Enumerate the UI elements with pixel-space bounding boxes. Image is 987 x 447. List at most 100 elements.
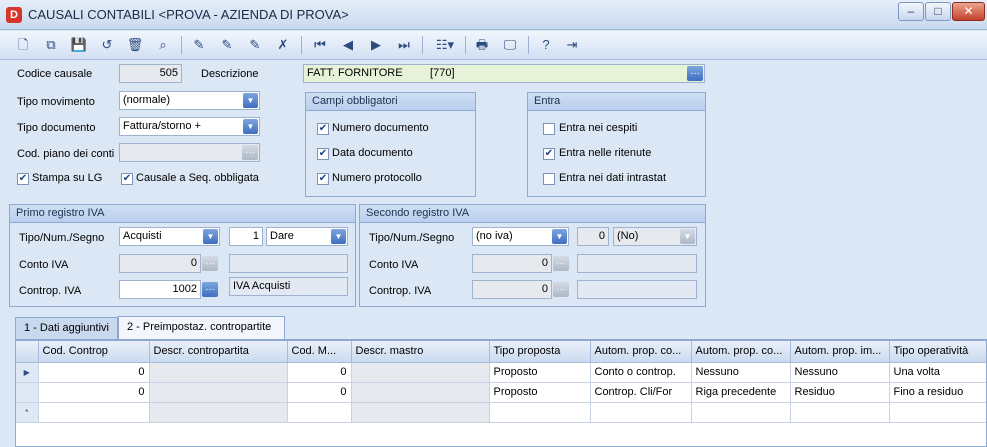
exit-door-icon[interactable]: ⇥: [562, 35, 582, 55]
column-header[interactable]: Descr. mastro: [351, 341, 490, 363]
current-row-indicator[interactable]: ▶: [16, 362, 39, 383]
tipo-documento-select[interactable]: Fattura/storno + ▼: [119, 117, 260, 136]
table-row[interactable]: ▶ 0 0 Proposto Conto o controp. Nessuno …: [16, 362, 986, 383]
column-header[interactable]: Cod. M...: [287, 341, 352, 363]
primo-conto-lookup-button[interactable]: …: [202, 256, 218, 271]
previous-record-icon[interactable]: ◀: [338, 35, 358, 55]
grid-cell[interactable]: [590, 402, 692, 423]
chevron-down-icon[interactable]: ▼: [331, 229, 346, 244]
secondo-tipo-select[interactable]: (no iva) ▼: [472, 227, 569, 246]
tipo-proposta-cell[interactable]: Proposto: [489, 382, 591, 403]
chevron-down-icon[interactable]: ▼: [680, 229, 695, 244]
autom-prop-im-cell[interactable]: Nessuno: [790, 362, 890, 383]
cod-mastro-cell[interactable]: 0: [287, 382, 352, 403]
autom-prop-im-cell[interactable]: Residuo: [790, 382, 890, 403]
new-table-row[interactable]: *: [16, 402, 986, 423]
entra-ritenute-checkbox[interactable]: ✔: [543, 148, 555, 160]
secondo-controp-field[interactable]: 0: [472, 280, 552, 299]
chevron-down-icon[interactable]: ▼: [243, 119, 258, 134]
edit-pencil-3-icon[interactable]: ✎: [245, 35, 265, 55]
autom-prop-co-cell[interactable]: Controp. Cli/For: [590, 382, 692, 403]
primo-segno-select[interactable]: Dare ▼: [266, 227, 348, 246]
new-document-icon[interactable]: 🗋: [13, 35, 33, 55]
primo-num-field[interactable]: 1: [229, 227, 263, 246]
secondo-controp-lookup-button[interactable]: …: [553, 282, 569, 297]
edit-pencil-2-icon[interactable]: ✎: [217, 35, 237, 55]
tipo-movimento-select[interactable]: (normale) ▼: [119, 91, 260, 110]
next-record-icon[interactable]: ▶: [366, 35, 386, 55]
primo-controp-lookup-button[interactable]: …: [202, 282, 218, 297]
cod-controp-cell[interactable]: 0: [38, 362, 150, 383]
autom-prop-co-cell[interactable]: Conto o controp.: [590, 362, 692, 383]
grid-cell[interactable]: [691, 402, 791, 423]
print-icon[interactable]: 🖶: [472, 35, 492, 55]
monitor-preview-icon[interactable]: 🖵: [500, 35, 520, 55]
stampa-lg-label: Stampa su LG: [32, 172, 103, 184]
cod-piano-field[interactable]: [119, 143, 260, 162]
primo-conto-desc: [229, 254, 348, 273]
tab-dati-aggiuntivi[interactable]: 1 - Dati aggiuntivi: [15, 317, 118, 339]
autom-prop-co2-cell[interactable]: Riga precedente: [691, 382, 791, 403]
column-header[interactable]: Tipo proposta: [489, 341, 591, 363]
cod-mastro-cell[interactable]: 0: [287, 362, 352, 383]
primo-controp-field[interactable]: 1002: [119, 280, 201, 299]
data-documento-checkbox[interactable]: ✔: [317, 148, 329, 160]
descrizione-field[interactable]: FATT. FORNITORE [770]: [303, 64, 705, 83]
codice-causale-field[interactable]: 505: [119, 64, 182, 83]
tab-preimpostaz-contropartite[interactable]: 2 - Preimpostaz. contropartite: [118, 316, 285, 339]
primo-controp-desc: IVA Acquisti: [229, 277, 348, 296]
last-record-icon[interactable]: ⏭: [394, 35, 414, 55]
edit-pencil-icon[interactable]: ✎: [189, 35, 209, 55]
column-header[interactable]: Autom. prop. co...: [590, 341, 692, 363]
minimize-button[interactable]: –: [898, 2, 924, 21]
undo-icon[interactable]: ↺: [97, 35, 117, 55]
stampa-lg-checkbox[interactable]: ✔: [17, 173, 29, 185]
close-button[interactable]: ✕: [952, 2, 985, 21]
row-selector[interactable]: [16, 382, 39, 403]
new-row-indicator[interactable]: *: [16, 402, 39, 423]
copy-document-icon[interactable]: ⧉: [41, 35, 61, 55]
cod-piano-lookup-button[interactable]: …: [242, 145, 258, 160]
numero-documento-checkbox[interactable]: ✔: [317, 123, 329, 135]
column-header[interactable]: Autom. prop. im...: [790, 341, 890, 363]
delete-icon[interactable]: 🗑: [125, 35, 145, 55]
tipo-proposta-cell[interactable]: Proposto: [489, 362, 591, 383]
column-header[interactable]: Tipo operatività: [889, 341, 986, 363]
column-header[interactable]: Autom. prop. co...: [691, 341, 791, 363]
tipo-operativita-cell[interactable]: Una volta: [889, 362, 986, 383]
maximize-button[interactable]: □: [925, 2, 951, 21]
search-binoculars-icon[interactable]: ⌕: [153, 35, 173, 55]
descrizione-lookup-button[interactable]: …: [687, 66, 703, 81]
primo-tipo-select[interactable]: Acquisti ▼: [119, 227, 220, 246]
grid-cell[interactable]: [489, 402, 591, 423]
grid-cell[interactable]: [287, 402, 352, 423]
grid-cell[interactable]: [790, 402, 890, 423]
secondo-num-field[interactable]: 0: [577, 227, 609, 246]
secondo-conto-field[interactable]: 0: [472, 254, 552, 273]
campi-obbligatori-group: Campi obbligatori ✔ Numero documento ✔ D…: [305, 92, 476, 197]
chevron-down-icon[interactable]: ▼: [203, 229, 218, 244]
cancel-edit-icon[interactable]: ✗: [273, 35, 293, 55]
column-header[interactable]: Cod. Controp: [38, 341, 150, 363]
primo-conto-field[interactable]: 0: [119, 254, 201, 273]
secondo-conto-lookup-button[interactable]: …: [553, 256, 569, 271]
save-icon[interactable]: 💾: [69, 35, 89, 55]
chevron-down-icon[interactable]: ▼: [243, 93, 258, 108]
column-header[interactable]: Descr. contropartita: [149, 341, 288, 363]
autom-prop-co2-cell[interactable]: Nessuno: [691, 362, 791, 383]
primo-controp-label: Controp. IVA: [19, 285, 82, 297]
tipo-operativita-cell[interactable]: Fino a residuo: [889, 382, 986, 403]
help-icon[interactable]: ?: [536, 35, 556, 55]
secondo-segno-select[interactable]: (No) ▼: [613, 227, 697, 246]
entra-intrastat-checkbox[interactable]: [543, 173, 555, 185]
grid-cell[interactable]: [38, 402, 150, 423]
cod-controp-cell[interactable]: 0: [38, 382, 150, 403]
list-view-icon[interactable]: ☷▾: [430, 35, 460, 55]
entra-cespiti-checkbox[interactable]: [543, 123, 555, 135]
chevron-down-icon[interactable]: ▼: [552, 229, 567, 244]
table-row[interactable]: 0 0 Proposto Controp. Cli/For Riga prece…: [16, 382, 986, 403]
numero-protocollo-checkbox[interactable]: ✔: [317, 173, 329, 185]
first-record-icon[interactable]: ⏮: [310, 35, 330, 55]
grid-cell[interactable]: [889, 402, 986, 423]
causale-seq-checkbox[interactable]: ✔: [121, 173, 133, 185]
